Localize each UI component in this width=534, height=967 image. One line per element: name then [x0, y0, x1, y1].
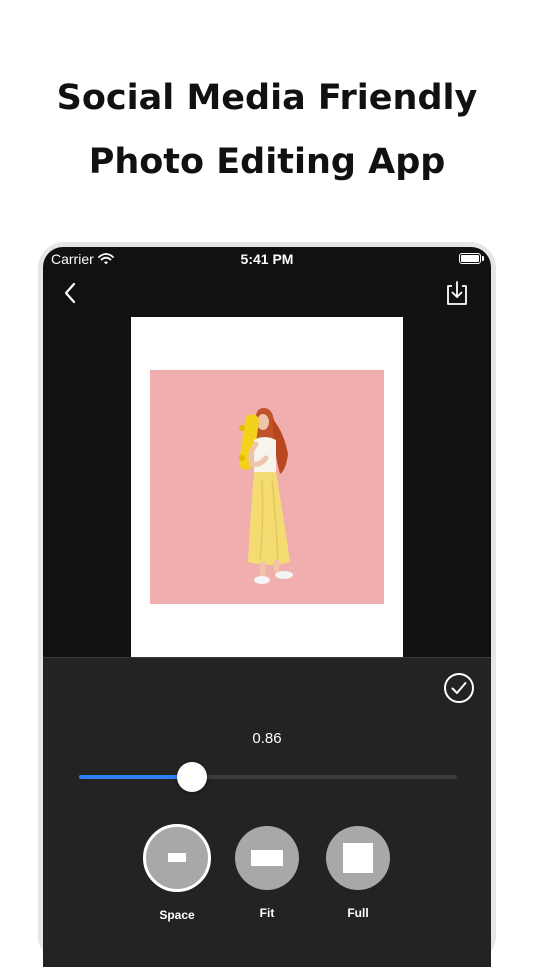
back-button[interactable]	[57, 279, 85, 307]
mode-fit-button[interactable]: Fit	[227, 826, 307, 920]
chevron-left-icon	[64, 282, 76, 304]
full-icon	[343, 843, 373, 873]
checkmark-circle-icon	[444, 673, 474, 703]
download-icon	[447, 281, 467, 305]
promo-headline: Social Media Friendly Photo Editing App	[0, 66, 534, 194]
nav-bar	[43, 271, 491, 316]
battery-icon	[459, 253, 484, 264]
mode-full-label: Full	[347, 906, 369, 920]
mode-full-button[interactable]: Full	[318, 826, 398, 920]
slider-fill	[79, 775, 193, 779]
mode-fit-circle	[235, 826, 299, 890]
space-icon	[168, 853, 186, 862]
mode-space-button[interactable]: Space	[137, 824, 217, 922]
mode-space-circle	[143, 824, 211, 892]
mode-space-label: Space	[159, 908, 195, 922]
slider-value-label: 0.86	[252, 730, 282, 747]
fit-icon	[251, 850, 283, 866]
headline-line-2: Photo Editing App	[88, 142, 446, 182]
adjustment-panel: 0.86 Space Fit Full	[43, 657, 491, 967]
photo-frame	[131, 317, 403, 657]
slider-thumb[interactable]	[177, 762, 208, 792]
mode-fit-label: Fit	[259, 906, 275, 920]
mode-full-circle	[326, 826, 390, 890]
save-button[interactable]	[443, 279, 471, 307]
woman-with-skateboard-image	[239, 408, 293, 584]
confirm-button[interactable]	[443, 672, 475, 704]
phone-screen: Carrier 5:41 PM 0.86 Space Fit Full	[43, 247, 491, 967]
spacing-slider[interactable]	[79, 762, 457, 792]
photo-preview[interactable]	[150, 370, 384, 604]
status-bar: Carrier 5:41 PM	[43, 247, 491, 271]
headline-line-1: Social Media Friendly	[56, 78, 478, 118]
status-time: 5:41 PM	[240, 251, 294, 267]
editor-canvas	[43, 316, 491, 657]
